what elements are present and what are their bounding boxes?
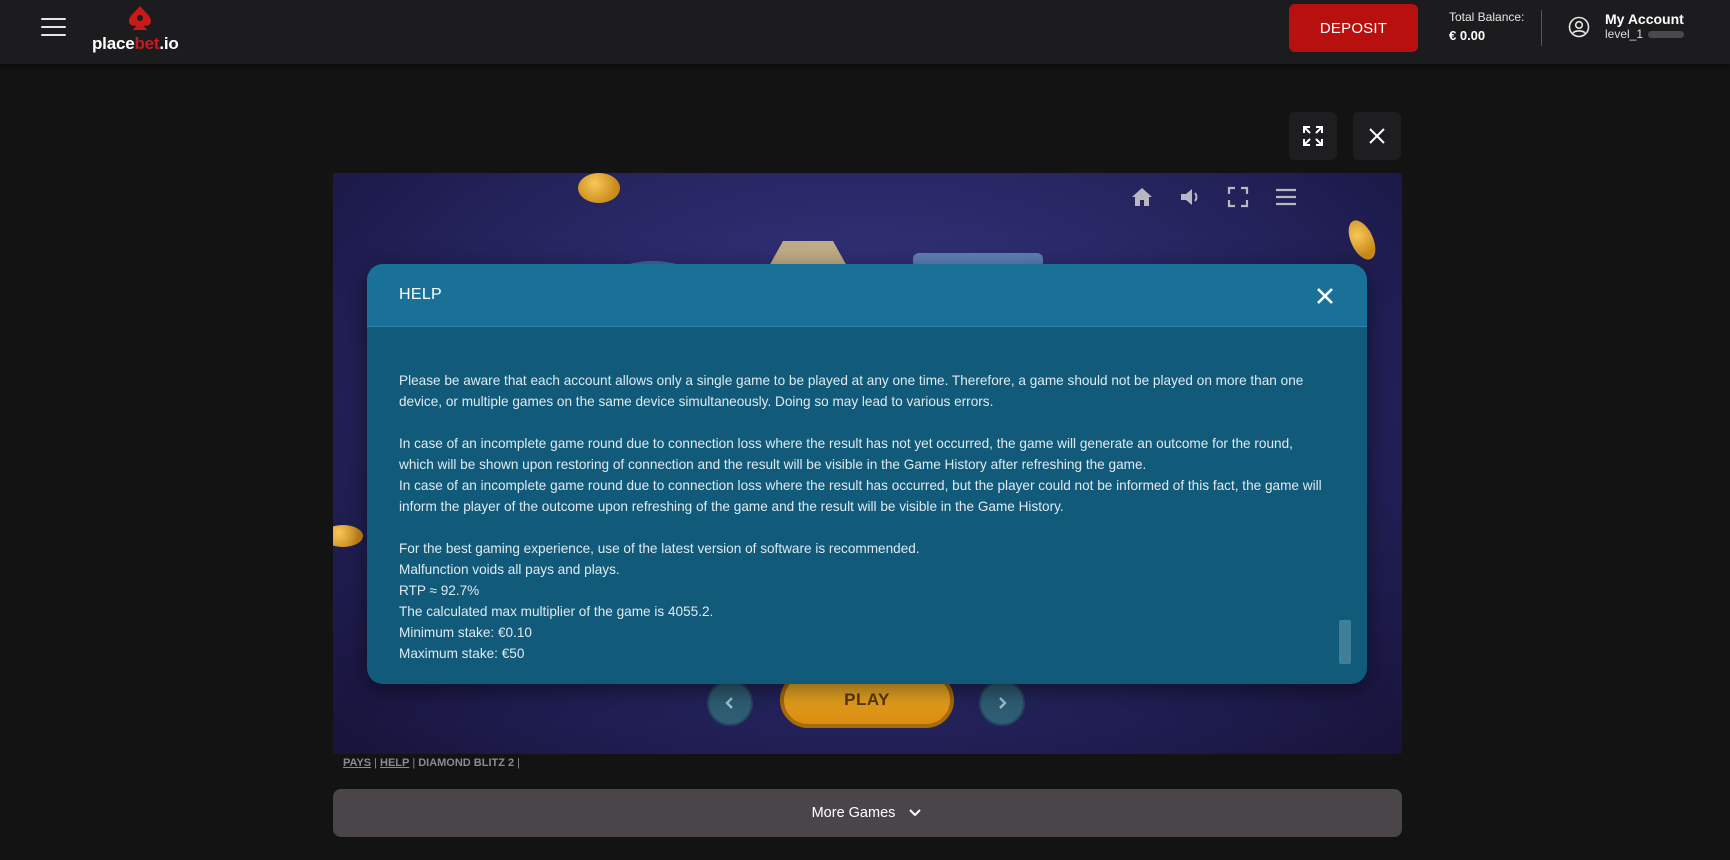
decorative-coin: [333, 525, 363, 547]
help-min-stake: Minimum stake: €0.10: [399, 625, 532, 640]
home-icon[interactable]: [1130, 185, 1154, 209]
top-header: placebet.io DEPOSIT Total Balance: € 0.0…: [0, 0, 1730, 64]
close-icon[interactable]: [1315, 286, 1335, 306]
help-paragraph: In case of an incomplete game round due …: [399, 436, 1293, 472]
balance-value: € 0.00: [1449, 28, 1486, 43]
account-name: My Account: [1605, 11, 1684, 27]
help-scrollbar-thumb[interactable]: [1339, 620, 1351, 664]
user-circle-icon: [1568, 16, 1590, 38]
fullscreen-icon[interactable]: [1226, 185, 1250, 209]
decorative-coin: [578, 173, 620, 203]
chevron-right-icon: [999, 697, 1007, 709]
deposit-button[interactable]: DEPOSIT: [1289, 4, 1418, 52]
total-balance: Total Balance: € 0.00: [1449, 10, 1524, 43]
logo-text: placebet.io: [92, 34, 179, 53]
game-name: DIAMOND BLITZ 2: [418, 757, 515, 769]
help-paragraph: In case of an incomplete game round due …: [399, 478, 1322, 514]
help-rtp: RTP ≈ 92.7%: [399, 583, 480, 598]
close-icon: [1369, 128, 1385, 144]
chevron-down-icon: [907, 805, 923, 821]
spade-logo-icon: [129, 6, 151, 30]
decorative-coin: [1343, 216, 1381, 264]
sound-icon[interactable]: [1178, 185, 1204, 209]
help-paragraph: For the best gaming experience, use of t…: [399, 541, 920, 556]
next-bet-button[interactable]: [979, 680, 1025, 726]
close-game-button[interactable]: [1353, 112, 1401, 160]
more-games-button[interactable]: More Games: [333, 789, 1402, 837]
account-level: level_1: [1605, 27, 1644, 41]
pays-link[interactable]: PAYS: [343, 757, 371, 769]
header-divider: [1541, 10, 1542, 46]
site-logo[interactable]: placebet.io: [92, 4, 192, 56]
level-progress-bar: [1648, 31, 1684, 38]
previous-bet-button[interactable]: [707, 680, 753, 726]
help-max-multiplier: The calculated max multiplier of the gam…: [399, 604, 714, 619]
help-dialog-title: HELP: [399, 286, 442, 303]
help-paragraph: Malfunction voids all pays and plays.: [399, 562, 620, 577]
menu-hamburger-icon[interactable]: [38, 16, 68, 40]
chevron-left-icon: [725, 697, 733, 709]
menu-icon[interactable]: [1274, 185, 1298, 209]
help-dialog-header: HELP: [367, 264, 1367, 327]
expand-icon: [1303, 126, 1323, 146]
game-links: PAYS | HELP | DIAMOND BLITZ 2 |: [343, 757, 521, 769]
help-max-stake: Maximum stake: €50: [399, 646, 525, 661]
help-paragraph: Please be aware that each account allows…: [399, 373, 1304, 409]
more-games-label: More Games: [811, 805, 896, 821]
expand-game-button[interactable]: [1289, 112, 1337, 160]
help-link[interactable]: HELP: [380, 757, 409, 769]
balance-label: Total Balance:: [1449, 10, 1525, 24]
help-dialog-body: Please be aware that each account allows…: [399, 370, 1329, 664]
help-dialog: HELP Please be aware that each account a…: [367, 264, 1367, 684]
